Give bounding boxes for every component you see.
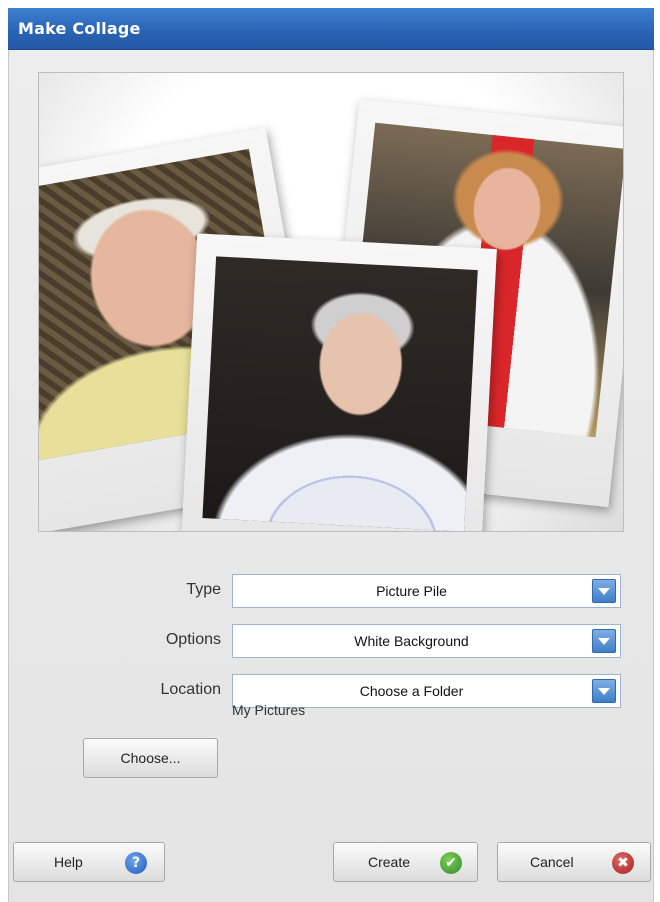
location-label: Location (160, 681, 222, 698)
dialog-body: Type Picture Pile Options White Backgrou… (8, 50, 654, 902)
type-dropdown[interactable]: Picture Pile (232, 574, 621, 608)
chevron-down-icon[interactable] (592, 679, 616, 703)
choose-button-label: Choose... (120, 750, 181, 766)
help-icon: ? (125, 852, 147, 874)
options-label: Options (165, 631, 221, 648)
chevron-down-icon[interactable] (592, 629, 616, 653)
options-dropdown[interactable]: White Background (232, 624, 621, 658)
location-value: Choose a Folder (359, 683, 464, 699)
cancel-button-label: Cancel (530, 854, 574, 870)
cancel-icon: ✖ (612, 852, 634, 874)
type-label: Type (186, 581, 221, 598)
create-button-label: Create (368, 854, 411, 870)
checkmark-icon: ✔ (440, 852, 462, 874)
cancel-button[interactable]: Cancel ✖ (497, 842, 651, 882)
create-button[interactable]: Create ✔ (333, 842, 478, 882)
choose-button[interactable]: Choose... (83, 738, 218, 778)
help-button-label: Help (54, 854, 83, 870)
title-bar[interactable]: Make Collage (8, 8, 654, 50)
make-collage-window: Make Collage Type Picture Pile Options W… (0, 0, 660, 902)
help-button[interactable]: Help ? (13, 842, 165, 882)
photo-woman-center (202, 256, 478, 531)
polaroid-photo-woman-center (181, 233, 497, 531)
chevron-down-icon[interactable] (592, 579, 616, 603)
type-value: Picture Pile (376, 583, 447, 599)
collage-preview (38, 72, 624, 532)
options-value: White Background (354, 633, 469, 649)
window-title: Make Collage (18, 19, 141, 38)
folder-path: My Pictures (232, 702, 306, 718)
